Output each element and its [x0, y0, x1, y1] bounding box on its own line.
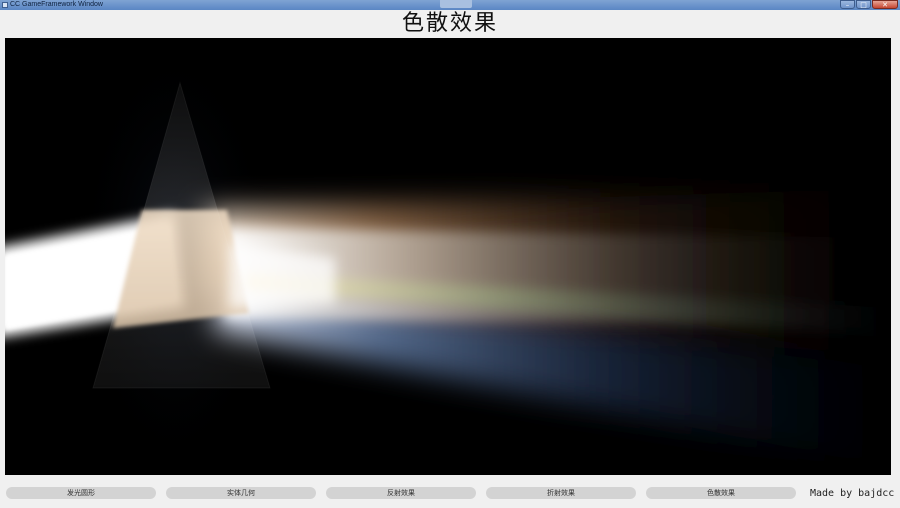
bottom-toolbar: 发光圆形 实体几何 反射效果 折射效果 色散效果 Made by bajdcc — [0, 476, 900, 508]
top-tab-handle[interactable] — [440, 0, 472, 8]
window-title: CC GameFramework Window — [10, 1, 103, 8]
close-button[interactable]: ✕ — [872, 0, 898, 9]
app-window: CC GameFramework Window – □ ✕ 色散效果 发光圆形 … — [0, 0, 900, 508]
reflection-effect-button[interactable]: 反射效果 — [326, 487, 476, 499]
window-controls: – □ ✕ — [840, 0, 898, 10]
refraction-effect-button[interactable]: 折射效果 — [486, 487, 636, 499]
dispersion-effect-button[interactable]: 色散效果 — [646, 487, 796, 499]
glow-circle-button[interactable]: 发光圆形 — [6, 487, 156, 499]
app-icon — [2, 2, 8, 8]
author-credit: Made by bajdcc — [810, 488, 895, 499]
solid-geometry-button[interactable]: 实体几何 — [166, 487, 316, 499]
title-bar[interactable]: CC GameFramework Window – □ ✕ — [0, 0, 900, 10]
render-canvas[interactable] — [5, 38, 891, 475]
page-title: 色散效果 — [401, 11, 498, 36]
dispersion-render — [5, 38, 891, 475]
minimize-button[interactable]: – — [840, 0, 855, 9]
maximize-button[interactable]: □ — [856, 0, 871, 9]
